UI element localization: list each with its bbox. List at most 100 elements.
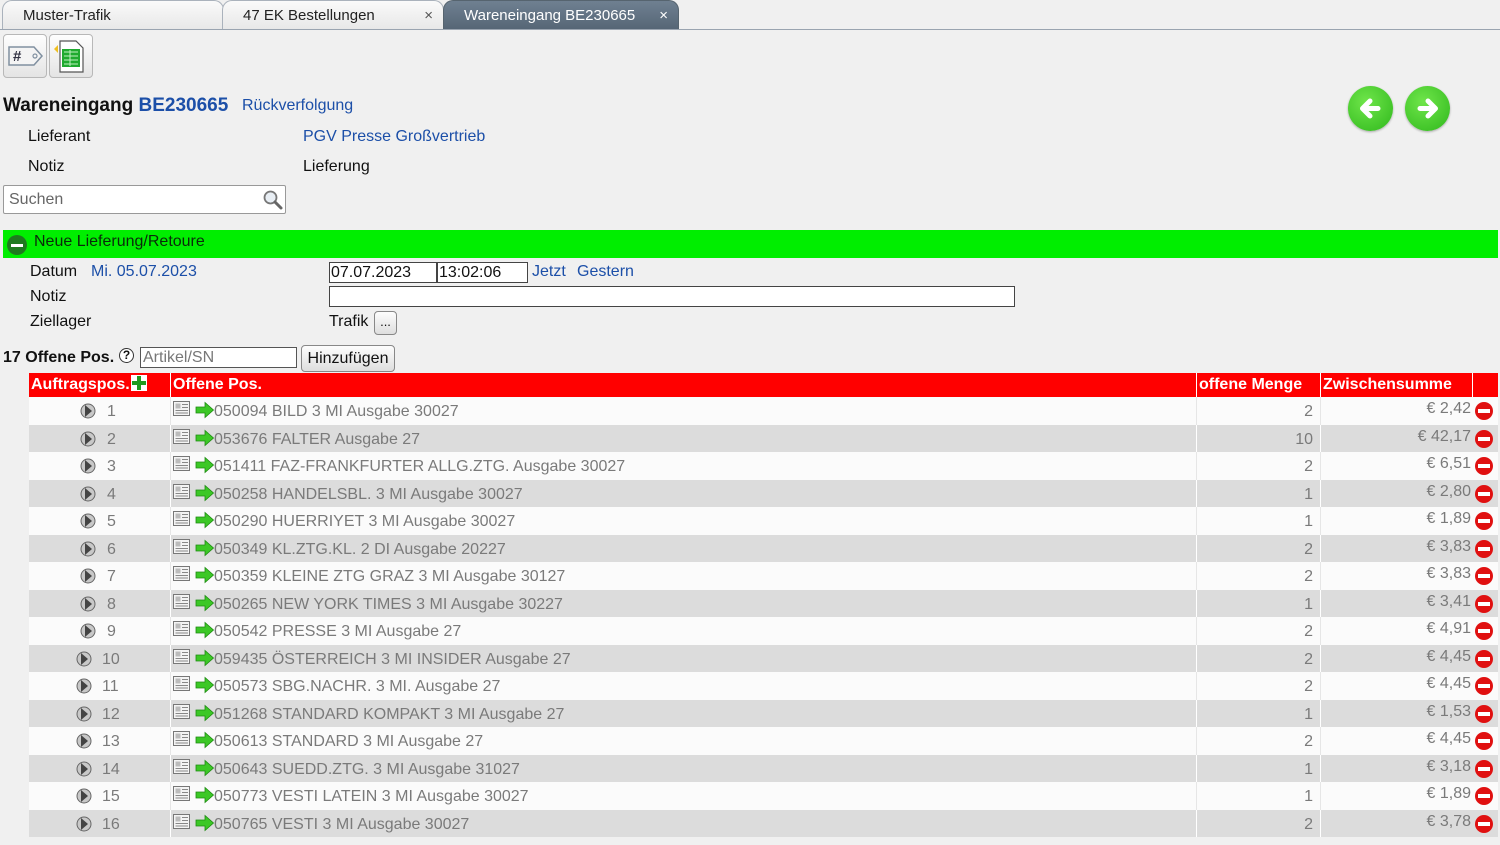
arrow-right-icon[interactable] <box>195 786 215 804</box>
table-row[interactable]: 2 053676 FALTER Ausgabe 27 10 € 42,17 <box>29 424 1498 455</box>
arrow-right-icon[interactable] <box>195 484 215 502</box>
remove-icon[interactable] <box>1475 732 1493 750</box>
document-icon[interactable] <box>172 510 192 528</box>
pin-icon[interactable] <box>79 540 99 558</box>
article-name[interactable]: 051268 STANDARD KOMPAKT 3 MI Ausgabe 27 <box>214 700 564 730</box>
tab-muster-trafik[interactable]: Muster-Trafik <box>2 0 224 29</box>
pin-icon[interactable] <box>79 430 99 448</box>
column-header-open-pos[interactable]: Offene Pos. <box>170 373 1196 397</box>
arrow-right-icon[interactable] <box>195 759 215 777</box>
article-input[interactable] <box>140 347 297 368</box>
table-row[interactable]: 6 050349 KL.ZTG.KL. 2 DI Ausgabe 20227 2 € … <box>29 534 1498 565</box>
next-button[interactable] <box>1405 86 1450 131</box>
arrow-right-icon[interactable] <box>195 456 215 474</box>
search-icon[interactable] <box>262 189 284 211</box>
remove-icon[interactable] <box>1475 787 1493 805</box>
table-row[interactable]: 7 050359 KLEINE ZTG GRAZ 3 MI Ausgabe 301… <box>29 562 1498 590</box>
arrow-right-icon[interactable] <box>195 401 215 419</box>
pin-icon[interactable] <box>79 457 99 475</box>
table-row[interactable]: 3 051411 FAZ-FRANKFURTER ALLG.ZTG. Ausgab… <box>29 452 1498 480</box>
pin-icon[interactable] <box>75 760 95 778</box>
close-icon[interactable]: × <box>424 1 433 30</box>
pin-icon[interactable] <box>79 485 99 503</box>
article-name[interactable]: 050613 STANDARD 3 MI Ausgabe 27 <box>214 727 483 757</box>
remove-icon[interactable] <box>1475 677 1493 695</box>
article-name[interactable]: 050573 SBG.NACHR. 3 MI. Ausgabe 27 <box>214 672 500 702</box>
tag-button[interactable]: # <box>3 34 47 78</box>
help-icon[interactable]: ? <box>119 348 134 363</box>
close-icon[interactable]: × <box>659 1 668 30</box>
collapse-icon[interactable] <box>7 235 27 255</box>
article-name[interactable]: 050359 KLEINE ZTG GRAZ 3 MI Ausgabe 3012… <box>214 562 565 592</box>
document-icon[interactable] <box>172 648 192 666</box>
tab-wareneingang[interactable]: Wareneingang BE230665 × <box>443 0 679 29</box>
yesterday-link[interactable]: Gestern <box>577 263 634 281</box>
article-name[interactable]: 050349 KL.ZTG.KL. 2 DI Ausgabe 20227 <box>214 535 506 565</box>
document-icon[interactable] <box>172 758 192 776</box>
document-icon[interactable] <box>172 813 192 831</box>
article-name[interactable]: 050643 SUEDD.ZTG. 3 MI Ausgabe 31027 <box>214 755 520 785</box>
previous-button[interactable] <box>1348 86 1393 131</box>
document-icon[interactable] <box>172 483 192 501</box>
arrow-right-icon[interactable] <box>195 814 215 832</box>
article-name[interactable]: 050542 PRESSE 3 MI Ausgabe 27 <box>214 617 461 647</box>
article-name[interactable]: 050258 HANDELSBL. 3 MI Ausgabe 30027 <box>214 480 523 510</box>
table-row[interactable]: 1 050094 BILD 3 MI Ausgabe 30027 2 € 2,42 <box>29 397 1498 425</box>
article-name[interactable]: 051411 FAZ-FRANKFURTER ALLG.ZTG. Ausgabe… <box>214 452 625 482</box>
pin-icon[interactable] <box>79 567 99 585</box>
document-icon[interactable] <box>172 785 192 803</box>
arrow-right-icon[interactable] <box>195 731 215 749</box>
pin-icon[interactable] <box>79 622 99 640</box>
now-link[interactable]: Jetzt <box>532 263 566 281</box>
table-row[interactable]: 10 059435 ÖSTERREICH 3 MI INSIDER Ausgabe… <box>29 644 1498 675</box>
remove-icon[interactable] <box>1475 484 1493 503</box>
remove-icon[interactable] <box>1475 649 1493 668</box>
pin-icon[interactable] <box>75 787 95 805</box>
article-name[interactable]: 050094 BILD 3 MI Ausgabe 30027 <box>214 397 459 427</box>
remove-icon[interactable] <box>1475 457 1493 475</box>
pin-icon[interactable] <box>79 512 99 530</box>
document-icon[interactable] <box>172 703 192 721</box>
arrow-right-icon[interactable] <box>195 429 215 447</box>
arrow-right-icon[interactable] <box>195 676 215 694</box>
table-row[interactable]: 13 050613 STANDARD 3 MI Ausgabe 27 2 € 4,45 <box>29 727 1498 755</box>
pin-icon[interactable] <box>79 402 99 420</box>
trace-link[interactable]: Rückverfolgung <box>242 97 353 115</box>
article-name[interactable]: 053676 FALTER Ausgabe 27 <box>214 425 420 455</box>
article-name[interactable]: 050773 VESTI LATEIN 3 MI Ausgabe 30027 <box>214 782 529 812</box>
table-row[interactable]: 14 050643 SUEDD.ZTG. 3 MI Ausgabe 31027 1 €… <box>29 754 1498 785</box>
table-row[interactable]: 4 050258 HANDELSBL. 3 MI Ausgabe 30027 1 € … <box>29 479 1498 510</box>
pin-icon[interactable] <box>75 815 95 833</box>
supplier-link[interactable]: PGV Presse Großvertrieb <box>303 128 485 146</box>
document-icon[interactable] <box>172 538 192 556</box>
remove-icon[interactable] <box>1475 512 1493 530</box>
date-input[interactable] <box>329 262 437 283</box>
article-name[interactable]: 050765 VESTI 3 MI Ausgabe 30027 <box>214 810 469 840</box>
column-header-order-pos[interactable]: Auftragspos. <box>29 373 170 397</box>
document-icon[interactable] <box>172 428 192 446</box>
column-header-subtotal[interactable]: Zwischensumme <box>1320 373 1472 397</box>
arrow-right-icon[interactable] <box>195 649 215 667</box>
remove-icon[interactable] <box>1475 759 1493 778</box>
table-row[interactable]: 16 050765 VESTI 3 MI Ausgabe 30027 2 € 3,78 <box>29 809 1498 840</box>
remove-icon[interactable] <box>1475 594 1493 613</box>
table-row[interactable]: 9 050542 PRESSE 3 MI Ausgabe 27 2 € 4,91 <box>29 617 1498 645</box>
pin-icon[interactable] <box>75 650 95 668</box>
remove-icon[interactable] <box>1475 814 1493 833</box>
article-name[interactable]: 050265 NEW YORK TIMES 3 MI Ausgabe 30227 <box>214 590 563 620</box>
document-icon[interactable] <box>172 675 192 693</box>
table-row[interactable]: 8 050265 NEW YORK TIMES 3 MI Ausgabe 3022… <box>29 589 1498 620</box>
remove-icon[interactable] <box>1475 429 1493 448</box>
remove-icon[interactable] <box>1475 704 1493 723</box>
table-row[interactable]: 5 050290 HUERRIYET 3 MI Ausgabe 30027 1 € 1… <box>29 507 1498 535</box>
arrow-right-icon[interactable] <box>195 704 215 722</box>
arrow-right-icon[interactable] <box>195 539 215 557</box>
time-input[interactable] <box>437 262 528 283</box>
add-button[interactable]: Hinzufügen <box>301 345 395 372</box>
column-header-open-qty[interactable]: offene Menge <box>1196 373 1321 397</box>
arrow-right-icon[interactable] <box>195 594 215 612</box>
add-position-icon[interactable] <box>132 376 146 390</box>
tab-ek-bestellungen[interactable]: 47 EK Bestellungen × <box>222 0 444 29</box>
arrow-right-icon[interactable] <box>195 566 215 584</box>
article-name[interactable]: 059435 ÖSTERREICH 3 MI INSIDER Ausgabe 2… <box>214 645 571 675</box>
